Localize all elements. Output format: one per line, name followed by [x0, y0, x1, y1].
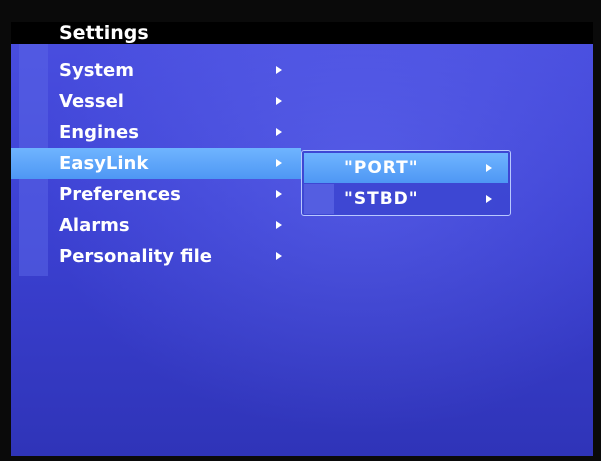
page-title: Settings — [59, 22, 149, 44]
menu-item-preferences[interactable]: Preferences — [11, 179, 301, 210]
menu-item-label: Preferences — [59, 184, 181, 205]
right-arrow-icon — [276, 190, 282, 198]
menu-item-personality-file[interactable]: Personality file — [11, 241, 301, 272]
right-arrow-icon — [276, 252, 282, 260]
title-bar: Settings — [11, 22, 593, 44]
right-arrow-icon — [276, 221, 282, 229]
menu-item-engines[interactable]: Engines — [11, 117, 301, 148]
menu-item-label: Alarms — [59, 215, 130, 236]
submenu-item-label: "STBD" — [344, 189, 419, 209]
menu-item-label: Vessel — [59, 91, 124, 112]
menu-item-label: EasyLink — [59, 153, 149, 174]
submenu-item-stbd[interactable]: "STBD" — [304, 184, 508, 214]
menu-item-label: System — [59, 60, 134, 81]
menu-item-label: Engines — [59, 122, 139, 143]
right-arrow-icon — [276, 159, 282, 167]
right-arrow-icon — [276, 97, 282, 105]
right-arrow-icon — [486, 164, 492, 172]
right-arrow-icon — [276, 66, 282, 74]
easylink-submenu: "PORT" "STBD" — [301, 150, 511, 216]
menu-item-alarms[interactable]: Alarms — [11, 210, 301, 241]
right-arrow-icon — [486, 195, 492, 203]
settings-screen: Settings System Vessel Engines EasyLink … — [11, 22, 593, 456]
right-arrow-icon — [276, 128, 282, 136]
settings-menu: System Vessel Engines EasyLink Preferenc… — [11, 55, 301, 272]
menu-item-label: Personality file — [59, 246, 212, 267]
menu-item-vessel[interactable]: Vessel — [11, 86, 301, 117]
menu-item-system[interactable]: System — [11, 55, 301, 86]
display-bezel: Settings System Vessel Engines EasyLink … — [0, 0, 601, 461]
menu-item-easylink[interactable]: EasyLink — [11, 148, 301, 179]
submenu-item-label: "PORT" — [344, 158, 419, 178]
submenu-item-port[interactable]: "PORT" — [304, 153, 508, 183]
